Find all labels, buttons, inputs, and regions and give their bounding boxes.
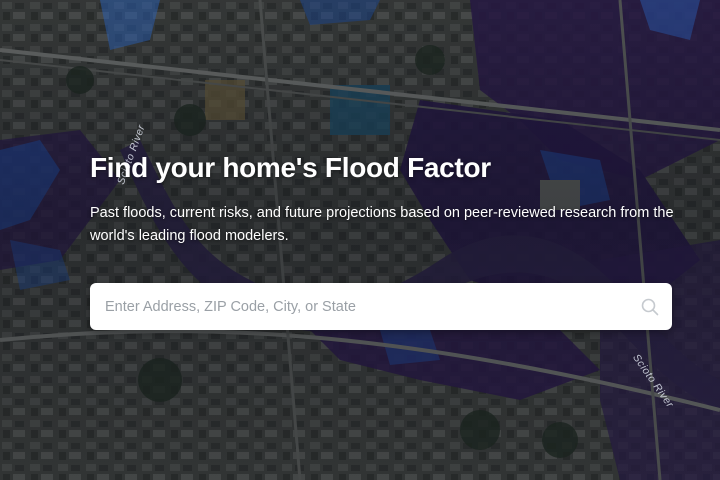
hero-subtitle: Past floods, current risks, and future p… (90, 205, 674, 244)
search-icon[interactable] (628, 283, 672, 330)
hero-section: Find your home's Flood Factor Past flood… (90, 150, 690, 248)
page-title: Find your home's Flood Factor (90, 152, 491, 183)
search-bar[interactable] (90, 283, 672, 330)
search-input[interactable] (90, 283, 628, 330)
